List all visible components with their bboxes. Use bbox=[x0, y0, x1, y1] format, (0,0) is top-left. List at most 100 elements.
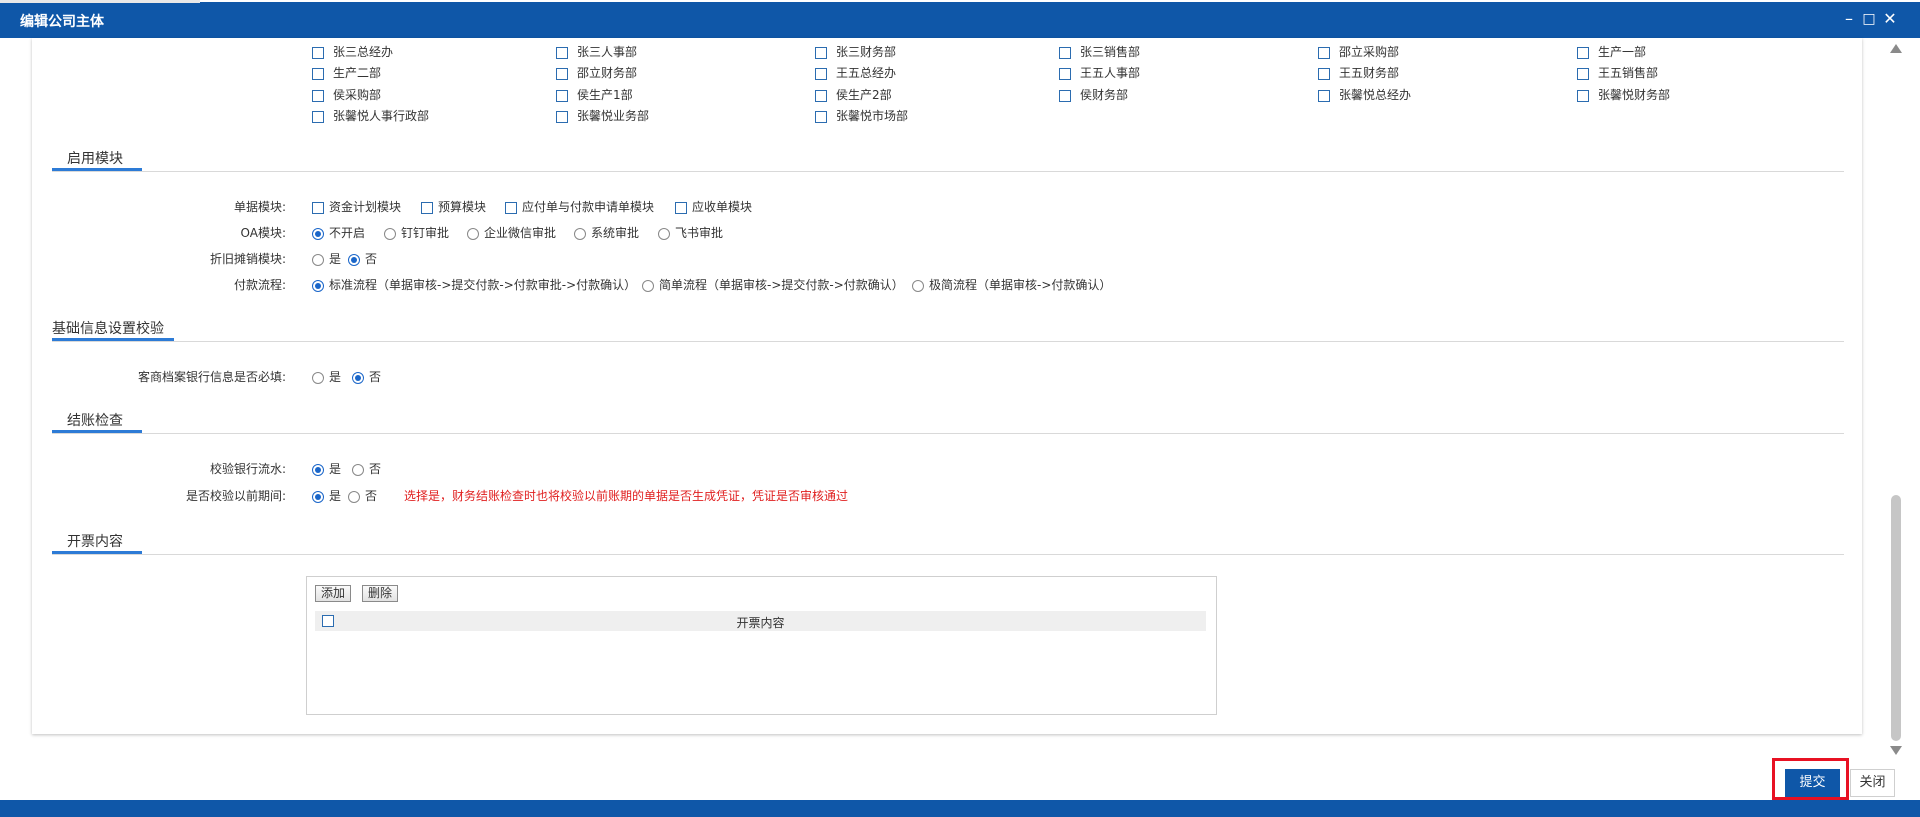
department-label: 邵立采购部 bbox=[1339, 45, 1400, 59]
payment-flow-minimal[interactable]: 极简流程（单据审核->付款确认） bbox=[912, 276, 1111, 293]
checkbox-icon[interactable] bbox=[1059, 67, 1071, 80]
scrollbar-thumb[interactable] bbox=[1891, 495, 1901, 741]
prior-period-yes[interactable]: 是 bbox=[312, 487, 341, 504]
department-label: 侯生产2部 bbox=[836, 88, 892, 102]
department-item[interactable]: 侯生产1部 bbox=[556, 86, 633, 103]
bank-flow-no[interactable]: 否 bbox=[352, 460, 381, 477]
checkbox-icon[interactable] bbox=[312, 67, 324, 80]
checkbox-icon[interactable] bbox=[1577, 89, 1589, 102]
checkbox-icon[interactable] bbox=[312, 201, 324, 214]
checkbox-icon[interactable] bbox=[1577, 46, 1589, 59]
maximize-icon[interactable]: □ bbox=[1859, 8, 1879, 30]
radio-icon[interactable] bbox=[312, 490, 324, 503]
checkbox-icon[interactable] bbox=[421, 201, 433, 214]
bank-flow-yes[interactable]: 是 bbox=[312, 460, 341, 477]
radio-icon[interactable] bbox=[352, 463, 364, 476]
checkbox-icon[interactable] bbox=[556, 46, 568, 59]
checkbox-icon[interactable] bbox=[556, 67, 568, 80]
checkbox-icon[interactable] bbox=[815, 46, 827, 59]
department-item[interactable]: 王五总经办 bbox=[815, 64, 896, 81]
department-item[interactable]: 生产一部 bbox=[1577, 43, 1646, 60]
bank-required-yes[interactable]: 是 bbox=[312, 368, 341, 385]
department-item[interactable]: 邵立采购部 bbox=[1318, 43, 1399, 60]
department-label: 王五人事部 bbox=[1080, 66, 1141, 80]
department-item[interactable]: 张三销售部 bbox=[1059, 43, 1140, 60]
department-item[interactable]: 张馨悦业务部 bbox=[556, 107, 649, 124]
checkbox-icon[interactable] bbox=[675, 201, 687, 214]
oa-option-off[interactable]: 不开启 bbox=[312, 224, 365, 241]
oa-option-system[interactable]: 系统审批 bbox=[574, 224, 639, 241]
doc-option-budget[interactable]: 预算模块 bbox=[421, 198, 486, 215]
checkbox-icon[interactable] bbox=[1318, 67, 1330, 80]
doc-option-payable[interactable]: 应付单与付款申请单模块 bbox=[505, 198, 654, 215]
department-item[interactable]: 张馨悦人事行政部 bbox=[312, 107, 429, 124]
checkbox-icon[interactable] bbox=[505, 201, 517, 214]
department-item[interactable]: 王五销售部 bbox=[1577, 64, 1658, 81]
oa-option-feishu[interactable]: 飞书审批 bbox=[658, 224, 723, 241]
checkbox-icon[interactable] bbox=[556, 89, 568, 102]
checkbox-icon[interactable] bbox=[312, 89, 324, 102]
vertical-scrollbar[interactable] bbox=[1886, 38, 1906, 758]
checkbox-icon[interactable] bbox=[312, 110, 324, 123]
radio-icon[interactable] bbox=[912, 279, 924, 292]
department-item[interactable]: 张三总经办 bbox=[312, 43, 393, 60]
department-item[interactable]: 张馨悦总经办 bbox=[1318, 86, 1411, 103]
doc-option-receivable[interactable]: 应收单模块 bbox=[675, 198, 752, 215]
checkbox-icon[interactable] bbox=[815, 110, 827, 123]
radio-icon[interactable] bbox=[312, 463, 324, 476]
radio-icon[interactable] bbox=[658, 227, 670, 240]
department-item[interactable]: 王五人事部 bbox=[1059, 64, 1140, 81]
submit-button[interactable]: 提交 bbox=[1785, 769, 1840, 797]
department-item[interactable]: 张三人事部 bbox=[556, 43, 637, 60]
department-item[interactable]: 侯采购部 bbox=[312, 86, 381, 103]
checkbox-icon[interactable] bbox=[815, 89, 827, 102]
department-label: 张三人事部 bbox=[577, 45, 638, 59]
oa-option-wecom[interactable]: 企业微信审批 bbox=[467, 224, 556, 241]
add-button[interactable]: 添加 bbox=[315, 585, 352, 602]
radio-icon[interactable] bbox=[348, 253, 360, 266]
radio-icon[interactable] bbox=[312, 371, 324, 384]
department-item[interactable]: 侯财务部 bbox=[1059, 86, 1128, 103]
prior-period-no[interactable]: 否 bbox=[348, 487, 377, 504]
bank-required-no[interactable]: 否 bbox=[352, 368, 381, 385]
depreciation-option-yes[interactable]: 是 bbox=[312, 250, 341, 267]
checkbox-icon[interactable] bbox=[815, 67, 827, 80]
department-item[interactable]: 张馨悦财务部 bbox=[1577, 86, 1670, 103]
depreciation-option-no[interactable]: 否 bbox=[348, 250, 377, 267]
scroll-down-icon[interactable] bbox=[1890, 746, 1902, 755]
radio-icon[interactable] bbox=[312, 227, 324, 240]
checkbox-icon[interactable] bbox=[1059, 46, 1071, 59]
checkbox-icon[interactable] bbox=[1318, 89, 1330, 102]
radio-icon[interactable] bbox=[312, 253, 324, 266]
department-label: 生产二部 bbox=[333, 66, 382, 80]
checkbox-icon[interactable] bbox=[556, 110, 568, 123]
checkbox-icon[interactable] bbox=[312, 46, 324, 59]
radio-icon[interactable] bbox=[642, 279, 654, 292]
radio-icon[interactable] bbox=[348, 490, 360, 503]
delete-button[interactable]: 删除 bbox=[362, 585, 399, 602]
department-item[interactable]: 王五财务部 bbox=[1318, 64, 1399, 81]
radio-icon[interactable] bbox=[352, 371, 364, 384]
department-item[interactable]: 张馨悦市场部 bbox=[815, 107, 908, 124]
department-label: 王五财务部 bbox=[1339, 66, 1400, 80]
checkbox-icon[interactable] bbox=[1577, 67, 1589, 80]
radio-icon[interactable] bbox=[312, 279, 324, 292]
close-icon[interactable]: ✕ bbox=[1880, 8, 1900, 30]
minimize-icon[interactable]: – bbox=[1839, 8, 1859, 30]
oa-option-dingtalk[interactable]: 钉钉审批 bbox=[384, 224, 449, 241]
payment-flow-standard[interactable]: 标准流程（单据审核->提交付款->付款审批->付款确认） bbox=[312, 276, 636, 293]
department-item[interactable]: 侯生产2部 bbox=[815, 86, 892, 103]
payment-flow-simple[interactable]: 简单流程（单据审核->提交付款->付款确认） bbox=[642, 276, 904, 293]
scroll-up-icon[interactable] bbox=[1890, 44, 1902, 53]
department-label: 邵立财务部 bbox=[577, 66, 638, 80]
doc-option-funds[interactable]: 资金计划模块 bbox=[312, 198, 401, 215]
checkbox-icon[interactable] bbox=[1318, 46, 1330, 59]
radio-icon[interactable] bbox=[384, 227, 396, 240]
radio-icon[interactable] bbox=[467, 227, 479, 240]
radio-icon[interactable] bbox=[574, 227, 586, 240]
department-item[interactable]: 张三财务部 bbox=[815, 43, 896, 60]
checkbox-icon[interactable] bbox=[1059, 89, 1071, 102]
close-button[interactable]: 关闭 bbox=[1850, 769, 1895, 797]
department-item[interactable]: 邵立财务部 bbox=[556, 64, 637, 81]
department-item[interactable]: 生产二部 bbox=[312, 64, 381, 81]
